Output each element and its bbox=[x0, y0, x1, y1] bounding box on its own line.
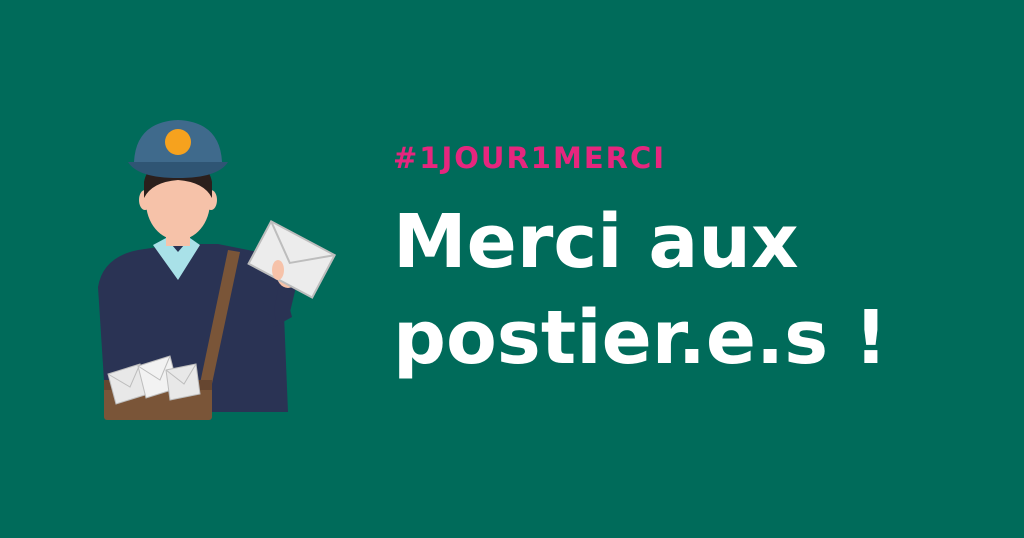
headline-line-2: postier.e.s ! bbox=[393, 295, 888, 381]
postman-cap-badge bbox=[165, 129, 191, 155]
headline: Merci aux postier.e.s ! bbox=[393, 194, 993, 386]
banner-text: #1JOUR1MERCI Merci aux postier.e.s ! bbox=[393, 138, 993, 386]
postman-thumb bbox=[272, 260, 284, 280]
page: { "banner": { "hashtag": "#1JOUR1MERCI",… bbox=[0, 0, 1024, 538]
headline-line-1: Merci aux bbox=[393, 199, 799, 285]
postman-cap-visor bbox=[128, 162, 228, 178]
postman-icon bbox=[98, 120, 337, 420]
hashtag: #1JOUR1MERCI bbox=[393, 141, 667, 175]
